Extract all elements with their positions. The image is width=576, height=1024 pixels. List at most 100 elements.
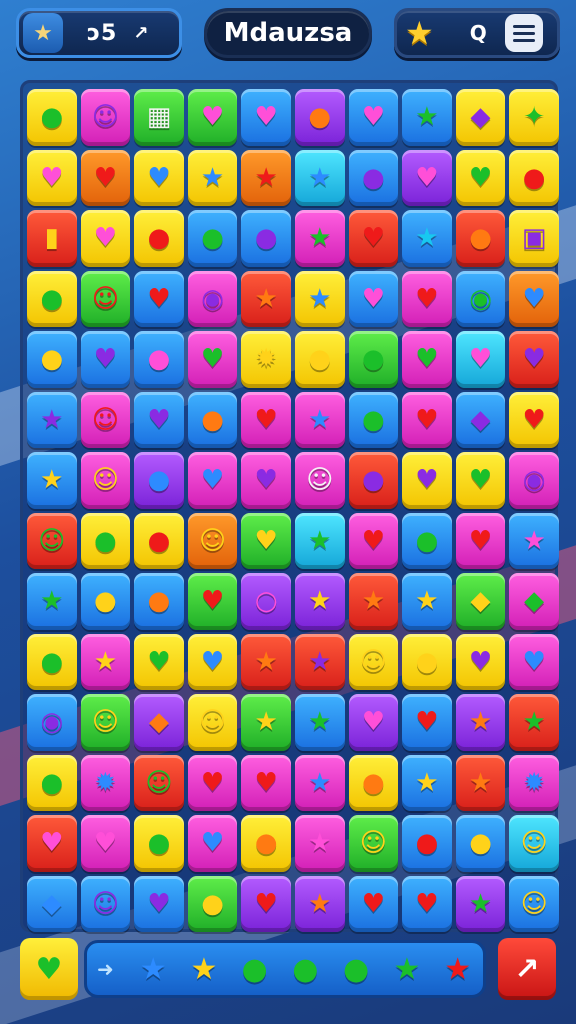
tile[interactable]: ★ bbox=[27, 452, 77, 509]
tile[interactable]: ◆ bbox=[509, 573, 559, 630]
tile[interactable]: ● bbox=[187, 875, 238, 932]
tile[interactable]: ★ bbox=[241, 270, 291, 327]
tile[interactable]: ♥ bbox=[187, 89, 238, 146]
tile[interactable]: ♥ bbox=[80, 815, 131, 872]
tile[interactable]: ☺ bbox=[187, 694, 238, 751]
tile[interactable]: ♥ bbox=[509, 331, 559, 388]
tile[interactable]: ♥ bbox=[134, 875, 184, 932]
tile[interactable]: ♥ bbox=[134, 391, 184, 448]
tile[interactable]: ♥ bbox=[402, 391, 452, 448]
tile[interactable]: ★ bbox=[294, 149, 345, 206]
tile[interactable]: ● bbox=[348, 391, 399, 448]
tile[interactable]: ♥ bbox=[80, 149, 131, 206]
tile[interactable]: ☺ bbox=[187, 512, 238, 569]
tile[interactable]: ★ bbox=[402, 210, 452, 267]
tile[interactable]: ● bbox=[134, 815, 184, 872]
tile[interactable]: ● bbox=[455, 815, 506, 872]
tile[interactable]: ☺ bbox=[80, 270, 131, 327]
tile[interactable]: ♥ bbox=[241, 391, 291, 448]
tile[interactable]: ● bbox=[348, 149, 399, 206]
tile[interactable]: ★ bbox=[294, 754, 345, 811]
tile[interactable]: ☺ bbox=[294, 452, 345, 509]
tile[interactable]: ★ bbox=[294, 694, 345, 751]
tile[interactable]: ♥ bbox=[241, 875, 291, 932]
tile[interactable]: ★ bbox=[294, 270, 345, 327]
tile[interactable]: ♥ bbox=[402, 149, 452, 206]
tile[interactable]: ☺ bbox=[348, 815, 399, 872]
tile[interactable]: ★ bbox=[509, 694, 559, 751]
tile[interactable]: ★ bbox=[294, 573, 345, 630]
tile[interactable]: ★ bbox=[455, 754, 506, 811]
tile[interactable]: ◆ bbox=[455, 573, 506, 630]
tile[interactable]: ☺ bbox=[509, 815, 559, 872]
tile[interactable]: ★ bbox=[402, 573, 452, 630]
tile[interactable]: ● bbox=[348, 754, 399, 811]
tile[interactable]: ● bbox=[134, 452, 184, 509]
tile[interactable]: ☺ bbox=[80, 694, 131, 751]
tile[interactable]: ✹ bbox=[241, 331, 291, 388]
tile[interactable]: ♥ bbox=[455, 452, 506, 509]
tile[interactable]: ♥ bbox=[402, 875, 452, 932]
arrow-icon[interactable]: ↗ bbox=[133, 23, 148, 44]
menu-button[interactable] bbox=[504, 14, 543, 52]
tile[interactable]: ♥ bbox=[134, 633, 184, 690]
tile[interactable]: ★ bbox=[80, 633, 131, 690]
tile[interactable]: ● bbox=[402, 633, 452, 690]
tile[interactable]: ★ bbox=[402, 89, 452, 146]
tile[interactable]: ♥ bbox=[455, 633, 506, 690]
tile[interactable]: ● bbox=[187, 391, 238, 448]
tile[interactable]: ♥ bbox=[134, 270, 184, 327]
tile[interactable]: ♥ bbox=[402, 270, 452, 327]
tile[interactable]: ◉ bbox=[187, 270, 238, 327]
hammer-button[interactable]: ↗ bbox=[498, 938, 556, 1000]
tile[interactable]: ♥ bbox=[348, 512, 399, 569]
tile[interactable]: ♥ bbox=[187, 633, 238, 690]
tile[interactable]: ● bbox=[241, 815, 291, 872]
tile[interactable]: ● bbox=[241, 210, 291, 267]
tile[interactable]: ★ bbox=[294, 512, 345, 569]
tile[interactable]: ♥ bbox=[455, 331, 506, 388]
home-button[interactable]: ★ bbox=[23, 13, 63, 53]
tile[interactable]: ● bbox=[402, 512, 452, 569]
tile[interactable]: ♥ bbox=[187, 573, 238, 630]
tile[interactable]: ★ bbox=[27, 573, 77, 630]
tile[interactable]: ◉ bbox=[27, 694, 77, 751]
tile[interactable]: ○ bbox=[241, 573, 291, 630]
tile[interactable]: ★ bbox=[241, 149, 291, 206]
tile[interactable]: ● bbox=[27, 89, 77, 146]
tile[interactable]: ● bbox=[134, 573, 184, 630]
tile[interactable]: ☺ bbox=[27, 512, 77, 569]
tile[interactable]: ◆ bbox=[134, 694, 184, 751]
tile[interactable]: ♥ bbox=[402, 331, 452, 388]
tile[interactable]: ♥ bbox=[455, 512, 506, 569]
tile[interactable]: ★ bbox=[241, 694, 291, 751]
tile[interactable]: ♥ bbox=[27, 149, 77, 206]
tile[interactable]: ★ bbox=[294, 210, 345, 267]
tile[interactable]: ♥ bbox=[187, 815, 238, 872]
tile[interactable]: ◆ bbox=[27, 875, 77, 932]
tile[interactable]: ☺ bbox=[134, 754, 184, 811]
tile[interactable]: ★ bbox=[294, 875, 345, 932]
tile[interactable]: ◆ bbox=[455, 89, 506, 146]
tile[interactable]: ● bbox=[402, 815, 452, 872]
tile[interactable]: ● bbox=[455, 210, 506, 267]
tile[interactable]: ● bbox=[348, 331, 399, 388]
tile[interactable]: ● bbox=[27, 331, 77, 388]
tile[interactable]: ♥ bbox=[348, 270, 399, 327]
tile[interactable]: ☺ bbox=[509, 875, 559, 932]
tile[interactable]: ☺ bbox=[348, 633, 399, 690]
tile[interactable]: ● bbox=[80, 512, 131, 569]
tile[interactable]: ☺ bbox=[80, 452, 131, 509]
tile[interactable]: ♥ bbox=[241, 512, 291, 569]
tile[interactable]: ★ bbox=[187, 149, 238, 206]
tile[interactable]: ● bbox=[80, 573, 131, 630]
tile[interactable]: ☺ bbox=[80, 391, 131, 448]
tile[interactable]: ● bbox=[27, 633, 77, 690]
tile[interactable]: ♥ bbox=[134, 149, 184, 206]
tile[interactable]: ♥ bbox=[241, 452, 291, 509]
tile[interactable]: ● bbox=[187, 210, 238, 267]
tile[interactable]: ★ bbox=[294, 633, 345, 690]
tile[interactable]: ● bbox=[134, 512, 184, 569]
tile[interactable]: ♥ bbox=[509, 270, 559, 327]
tile[interactable]: ◉ bbox=[509, 452, 559, 509]
